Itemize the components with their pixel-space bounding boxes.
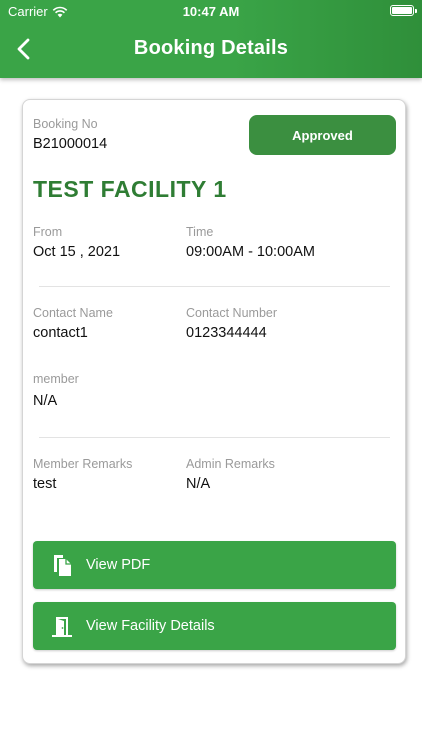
contact-number-value: 0123344444 xyxy=(186,325,267,341)
from-label: From xyxy=(33,225,63,239)
time-value: 09:00AM - 10:00AM xyxy=(186,244,315,260)
booking-no-value: B21000014 xyxy=(33,136,108,152)
admin-remarks-value: N/A xyxy=(186,476,211,492)
app-header: Carrier 10:47 AM Booking Details xyxy=(0,0,422,78)
status-time: 10:47 AM xyxy=(182,4,240,19)
member-remarks-value: test xyxy=(33,476,57,492)
member-remarks-label: Member Remarks xyxy=(33,457,133,471)
member-value: N/A xyxy=(33,393,58,409)
divider xyxy=(39,437,390,438)
status-badge: Approved xyxy=(249,115,396,155)
member-label: member xyxy=(33,372,79,386)
divider xyxy=(39,286,390,287)
contact-name-value: contact1 xyxy=(33,325,88,341)
status-bar: Carrier 10:47 AM xyxy=(0,0,422,22)
from-value: Oct 15 , 2021 xyxy=(33,244,121,260)
contact-number-label: Contact Number xyxy=(186,306,278,320)
view-facility-details-button[interactable]: View Facility Details xyxy=(33,602,396,650)
door-open-icon xyxy=(51,614,73,638)
booking-card: Booking No B21000014 Approved TEST FACIL… xyxy=(22,99,406,664)
view-pdf-button[interactable]: View PDF xyxy=(33,541,396,589)
contact-name-label: Contact Name xyxy=(33,306,113,320)
time-label: Time xyxy=(186,225,214,239)
admin-remarks-label: Admin Remarks xyxy=(186,457,275,471)
view-facility-details-label: View Facility Details xyxy=(86,618,215,634)
booking-no-label: Booking No xyxy=(33,117,98,131)
battery-icon xyxy=(390,5,417,16)
document-copy-icon xyxy=(51,553,73,577)
page-title: Booking Details xyxy=(133,37,289,59)
facility-name: TEST FACILITY 1 xyxy=(33,176,227,202)
view-pdf-label: View PDF xyxy=(86,557,151,573)
